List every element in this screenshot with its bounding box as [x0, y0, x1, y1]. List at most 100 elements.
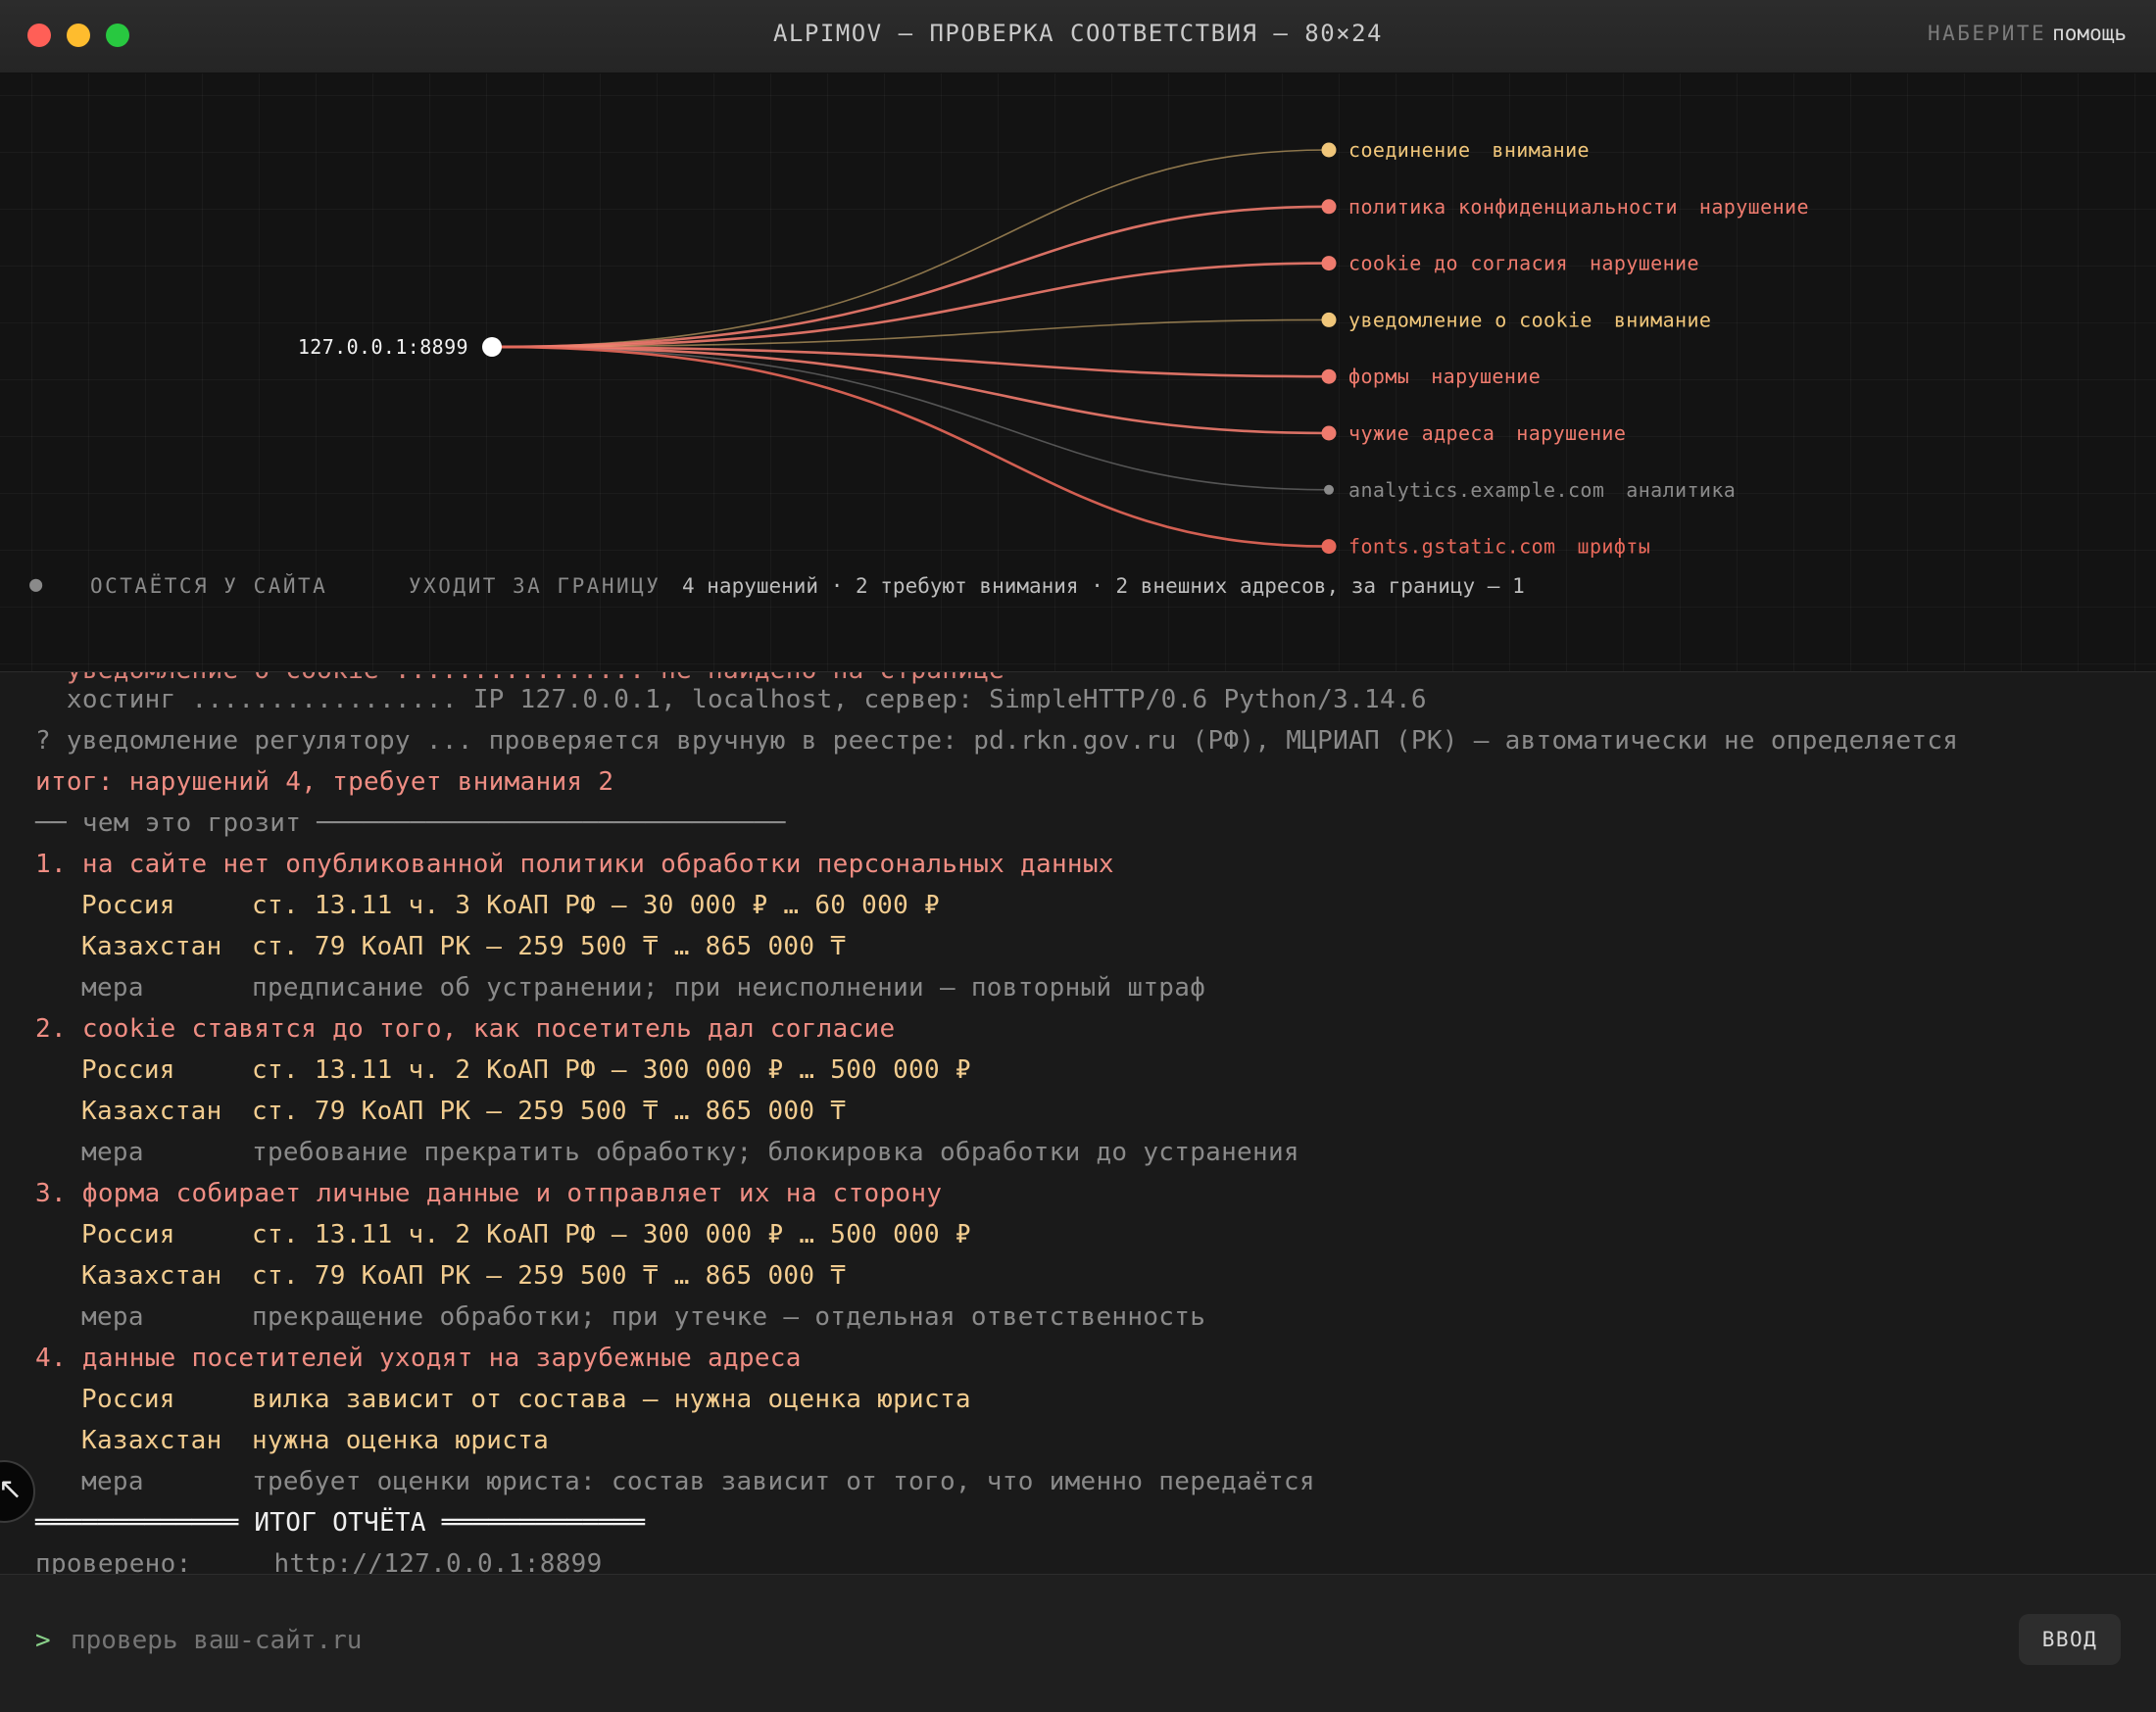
issue-measure-text: требует оценки юриста: состав зависит от… — [252, 1467, 1315, 1496]
issue-kz-label: Казахстан — [81, 1426, 222, 1455]
issue-measure-label: мера — [81, 973, 144, 1003]
issue-measure-label: мера — [81, 1302, 144, 1332]
flow-node-dot — [1321, 256, 1337, 271]
issue-measure: мера предписание об устранении; при неисп… — [81, 973, 1205, 1003]
flow-node-status: нарушение — [1590, 252, 1699, 275]
root-node-dot — [482, 337, 502, 357]
flow-edge — [491, 345, 1330, 435]
issue-measure-label: мера — [81, 1138, 144, 1167]
terminal-line-total: итог: нарушений 4, требует внимания 2 — [35, 767, 614, 797]
issue-measure-text: требование прекратить обработку; блокиро… — [252, 1138, 1299, 1167]
issue-ru-penalty: Россия ст. 13.11 ч. 3 КоАП РФ — 30 000 ₽ … — [81, 891, 940, 920]
issue-kz-text: ст. 79 КоАП РК — 259 500 ₸ … 865 000 ₸ — [252, 1261, 847, 1291]
help-hint[interactable]: НАБЕРИТЕ помощь — [1928, 22, 2127, 45]
flow-node-dot — [1321, 368, 1337, 384]
issue-kz-label: Казахстан — [81, 932, 222, 961]
flow-node-label: cookie до согласия нарушение — [1348, 252, 1699, 275]
flow-node-label: уведомление о cookie внимание — [1348, 308, 1711, 331]
issue-measure-label: мера — [81, 1467, 144, 1496]
flow-edge — [491, 205, 1330, 349]
issue-measure: мера прекращение обработки; при утечке — … — [81, 1302, 1205, 1332]
issue-kz-label: Казахстан — [81, 1097, 222, 1126]
flow-node-name: политика конфиденциальности — [1348, 195, 1678, 219]
flow-node-status: нарушение — [1516, 421, 1626, 445]
issue-ru-penalty: Россия ст. 13.11 ч. 2 КоАП РФ — 300 000 ₽… — [81, 1055, 971, 1085]
window-title: ALPIMOV — ПРОВЕРКА СООТВЕТСТВИЯ — 80×24 — [772, 20, 1384, 47]
flow-node-name: fonts.gstatic.com — [1348, 535, 1556, 559]
issue-title: 2. cookie ставятся до того, как посетите… — [35, 1014, 896, 1044]
issue-title: 3. форма собирает личные данные и отправ… — [35, 1179, 943, 1208]
issue-title: 1. на сайте нет опубликованной политики … — [35, 850, 1114, 879]
issue-kz-penalty: Казахстан нужна оценка юриста — [81, 1426, 549, 1455]
issue-measure: мера требует оценки юриста: состав зависи… — [81, 1467, 1315, 1496]
flow-node-label: чужие адреса нарушение — [1348, 421, 1626, 445]
prompt-symbol: > — [35, 1626, 51, 1655]
issue-ru-text: ст. 13.11 ч. 2 КоАП РФ — 300 000 ₽ … 500… — [252, 1055, 971, 1085]
flow-node-status: внимание — [1614, 308, 1712, 331]
issue-kz-penalty: Казахстан ст. 79 КоАП РК — 259 500 ₸ … 86… — [81, 1261, 846, 1291]
issue-ru-text: ст. 13.11 ч. 2 КоАП РФ — 300 000 ₽ … 500… — [252, 1220, 971, 1249]
legend-summary: 4 нарушений · 2 требуют внимания · 2 вне… — [682, 574, 1525, 598]
flow-node-label: соединение внимание — [1348, 138, 1590, 162]
flow-node-status: аналитика — [1626, 478, 1736, 502]
issue-ru-label: Россия — [81, 891, 175, 920]
checked-url: http://127.0.0.1:8899 — [273, 1549, 603, 1574]
flow-node-status: внимание — [1492, 138, 1590, 162]
arrow-icon: ↖ — [0, 1472, 24, 1506]
issue-ru-label: Россия — [81, 1385, 175, 1414]
flow-edge — [491, 262, 1330, 349]
root-node-label: 127.0.0.1:8899 — [298, 335, 468, 359]
issue-kz-text: нужна оценка юриста — [252, 1426, 550, 1455]
flow-node-dot — [1321, 312, 1337, 327]
issue-ru-penalty: Россия вилка зависит от состава — нужна о… — [81, 1385, 971, 1414]
flow-node-dot — [1324, 484, 1334, 495]
help-word: помощь — [2052, 22, 2127, 45]
flow-node-name: уведомление о cookie — [1348, 308, 1592, 331]
issue-title: 4. данные посетителей уходят на зарубежн… — [35, 1344, 802, 1373]
checked-line: проверено: http://127.0.0.1:8899 — [35, 1549, 603, 1574]
flow-node-dot — [1321, 199, 1337, 215]
flow-node-name: формы — [1348, 365, 1409, 388]
terminal-line-hosting: хостинг ................. IP 127.0.0.1, … — [35, 685, 1427, 714]
flow-node-name: соединение — [1348, 138, 1470, 162]
issue-ru-label: Россия — [81, 1220, 175, 1249]
issue-ru-penalty: Россия ст. 13.11 ч. 2 КоАП РФ — 300 000 ₽… — [81, 1220, 971, 1249]
flow-node-name: чужие адреса — [1348, 421, 1494, 445]
flow-node-label: analytics.example.com аналитика — [1348, 478, 1736, 502]
issue-kz-text: ст. 79 КоАП РК — 259 500 ₸ … 865 000 ₸ — [252, 932, 847, 961]
issue-ru-label: Россия — [81, 1055, 175, 1085]
flow-node-dot — [1321, 142, 1337, 158]
flow-node-label: fonts.gstatic.com шрифты — [1348, 535, 1650, 559]
issue-ru-text: вилка зависит от состава — нужна оценка … — [252, 1385, 971, 1414]
checked-label: проверено: — [35, 1549, 192, 1574]
flow-node-name: analytics.example.com — [1348, 478, 1604, 502]
legend-stays: ОСТАЁТСЯ У САЙТА — [90, 574, 328, 598]
report-summary-header: ═════════════ ИТОГ ОТЧЁТА ═════════════ — [35, 1508, 646, 1538]
flow-node-status: нарушение — [1699, 195, 1809, 219]
help-key-label: НАБЕРИТЕ — [1927, 22, 2047, 45]
flow-node-name: cookie до согласия — [1348, 252, 1568, 275]
title-bar: ALPIMOV — ПРОВЕРКА СООТВЕТСТВИЯ — 80×24 … — [0, 0, 2156, 73]
command-input-bar: > ВВОД — [0, 1574, 2156, 1712]
flow-node-status: нарушение — [1431, 365, 1541, 388]
issue-measure: мера требование прекратить обработку; бло… — [81, 1138, 1299, 1167]
flow-node-label: формы нарушение — [1348, 365, 1541, 388]
issue-measure-text: прекращение обработки; при утечке — отде… — [252, 1302, 1206, 1332]
issue-measure-text: предписание об устранении; при неисполне… — [252, 973, 1206, 1003]
issue-kz-label: Казахстан — [81, 1261, 222, 1291]
enter-button[interactable]: ВВОД — [2019, 1614, 2121, 1665]
terminal-line-partial: уведомление о cookie ................ не… — [35, 672, 1004, 685]
issue-kz-text: ст. 79 КоАП РК — 259 500 ₸ … 865 000 ₸ — [252, 1097, 847, 1126]
issue-ru-text: ст. 13.11 ч. 3 КоАП РФ — 30 000 ₽ … 60 0… — [252, 891, 940, 920]
threat-section-header: ── чем это грозит ──────────────────────… — [35, 808, 786, 838]
flow-node-dot — [1321, 539, 1337, 555]
flow-node-status: шрифты — [1578, 535, 1651, 559]
issue-kz-penalty: Казахстан ст. 79 КоАП РК — 259 500 ₸ … 86… — [81, 932, 846, 961]
flow-node-dot — [1321, 425, 1337, 441]
legend-leaves: УХОДИТ ЗА ГРАНИЦУ — [409, 574, 662, 598]
command-input[interactable] — [71, 1626, 953, 1655]
legend-dot-icon: ● — [29, 572, 43, 597]
terminal-line-regulator: ? уведомление регулятору ... проверяется… — [35, 726, 1959, 756]
flow-node-label: политика конфиденциальности нарушение — [1348, 195, 1809, 219]
terminal-output[interactable]: уведомление о cookie ................ не… — [0, 672, 2156, 1574]
